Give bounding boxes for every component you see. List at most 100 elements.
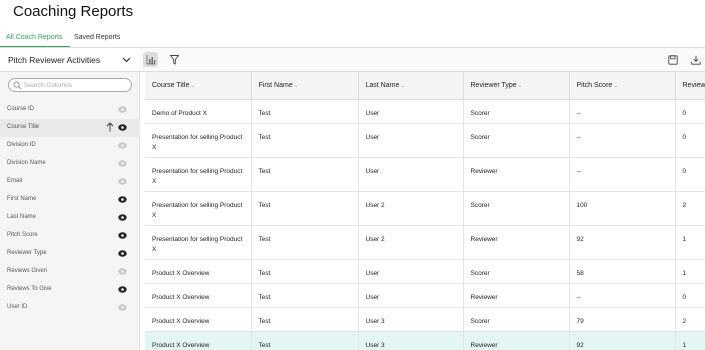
table-row[interactable]: Product X Overview Test User 3 Scorer 79 2 [145,307,705,332]
eye-icon[interactable] [118,250,127,257]
filter-icon[interactable] [170,55,179,65]
table-cell: 0 [675,99,705,124]
sort-caret-icon[interactable]: ⌄ [190,83,195,89]
eye-hidden-icon[interactable] [118,106,127,113]
eye-hidden-icon[interactable] [118,178,127,185]
table-cell: Scorer [463,123,570,158]
table-cell: 2 [675,307,705,332]
eye-hidden-icon[interactable] [118,160,127,167]
column-item[interactable]: First Name [0,191,140,209]
column-item[interactable]: Reviews Given [0,263,140,281]
column-header-label: Course Title [152,81,190,89]
save-icon[interactable] [668,55,678,65]
column-header[interactable]: Review [675,72,705,100]
column-item-label: Course Title [7,124,40,130]
sort-caret-icon[interactable]: ⌄ [613,83,618,89]
table-cell: User [358,157,464,192]
table-cell: Product X Overview [145,307,252,332]
table-row[interactable]: Product X Overview Test User 3 Reviewer 92 1 [145,331,705,350]
column-header-label: First Name [258,81,293,89]
table-row[interactable]: Product X Overview Test User Scorer 58 1 [145,259,705,284]
table-cell: Product X Overview [145,259,252,284]
table-row[interactable]: Presentation for selling Product X Test Us… [145,191,705,226]
table-cell: User 3 [358,331,464,350]
search-columns-field[interactable] [8,78,132,92]
eye-hidden-icon[interactable] [118,142,127,149]
eye-icon[interactable] [118,196,127,203]
column-item[interactable]: Pitch Score [0,227,140,245]
column-item[interactable]: Division Name [0,155,140,173]
column-item-label: Course ID [7,106,35,112]
column-header[interactable]: First Name⌄ [251,72,359,100]
column-item[interactable]: Reviewer Type [0,245,140,263]
table-cell: Test [251,259,359,284]
eye-hidden-icon[interactable] [118,268,127,275]
table-cell: Test [251,123,359,158]
sort-caret-icon[interactable]: ⌄ [294,83,299,89]
table-cell: User 2 [358,225,464,260]
table-toolbar [140,48,705,72]
table-cell: Reviewer [463,331,570,350]
bar-chart-icon [146,55,156,65]
table-row[interactable]: Presentation for selling Product X Test Us… [145,157,705,192]
table-cell: Scorer [463,259,570,284]
table-cell: Scorer [463,307,570,332]
search-icon [13,81,22,90]
tab-saved-reports[interactable]: Saved Reports [74,34,120,41]
column-item[interactable]: Course ID [0,101,140,119]
table-cell: 1 [675,331,705,350]
page-title: Coaching Reports [13,3,134,20]
column-item-label: Reviewer Type [7,250,47,256]
search-columns-input[interactable] [24,80,124,90]
column-header[interactable]: Reviewer Type⌄ [463,72,570,100]
column-item-label: Reviews Given [7,268,48,274]
column-item[interactable]: Email [0,173,140,191]
column-item[interactable]: Last Name [0,209,140,227]
table-cell: -- [569,123,676,158]
table-cell: Product X Overview [145,331,252,350]
table-cell: -- [569,99,676,124]
table-cell: -- [569,283,676,308]
table-cell: Test [251,307,359,332]
column-item[interactable]: Reviews To Give [0,281,140,299]
sort-caret-icon[interactable]: ⌄ [518,83,523,89]
eye-icon[interactable] [118,286,127,293]
download-icon[interactable] [691,55,701,65]
table-cell: 0 [675,283,705,308]
table-cell: Presentation for selling Product X [145,123,252,158]
column-item-label: Pitch Score [7,232,38,238]
column-item[interactable]: User ID [0,299,140,317]
column-item[interactable]: Division ID [0,137,140,155]
column-header[interactable]: Last Name⌄ [358,72,464,100]
eye-icon[interactable] [118,214,127,221]
table-cell: Test [251,157,359,192]
table-row[interactable]: Presentation for selling Product X Test Us… [145,225,705,260]
table-cell: Test [251,99,359,124]
sort-ascending-icon[interactable] [106,122,114,132]
table-cell: 1 [675,259,705,284]
table-header-row: Course Title⌄ First Name⌄ Last Name⌄ Review… [145,72,705,100]
table-row[interactable]: Product X Overview Test User Reviewer -- 0 [145,283,705,308]
table-cell: Reviewer [463,157,570,192]
table-cell: Presentation for selling Product X [145,225,252,260]
column-header[interactable]: Pitch Score⌄ [569,72,676,100]
table-cell: 79 [569,307,676,332]
sort-caret-icon[interactable]: ⌄ [400,83,405,89]
tab-all-coach-reports[interactable]: All Coach Reports [6,34,62,41]
column-item-label: First Name [7,196,37,202]
column-header[interactable]: Course Title⌄ [145,72,252,100]
table-cell: 0 [675,123,705,158]
eye-hidden-icon[interactable] [118,304,127,311]
table-cell: User 3 [358,307,464,332]
column-item-label: Last Name [7,214,37,220]
eye-icon[interactable] [118,232,127,239]
report-table: Course Title⌄ First Name⌄ Last Name⌄ Review… [145,72,705,350]
dataset-dropdown[interactable]: Pitch Reviewer Activities [0,48,140,72]
chart-view-button[interactable] [143,52,158,67]
table-cell: Presentation for selling Product X [145,157,252,192]
eye-icon[interactable] [118,124,127,131]
column-item[interactable]: Course Title [0,119,140,137]
table-row[interactable]: Presentation for selling Product X Test Us… [145,123,705,158]
table-cell: Test [251,191,359,226]
table-row[interactable]: Demo of Product X Test User Scorer -- 0 [145,99,705,124]
